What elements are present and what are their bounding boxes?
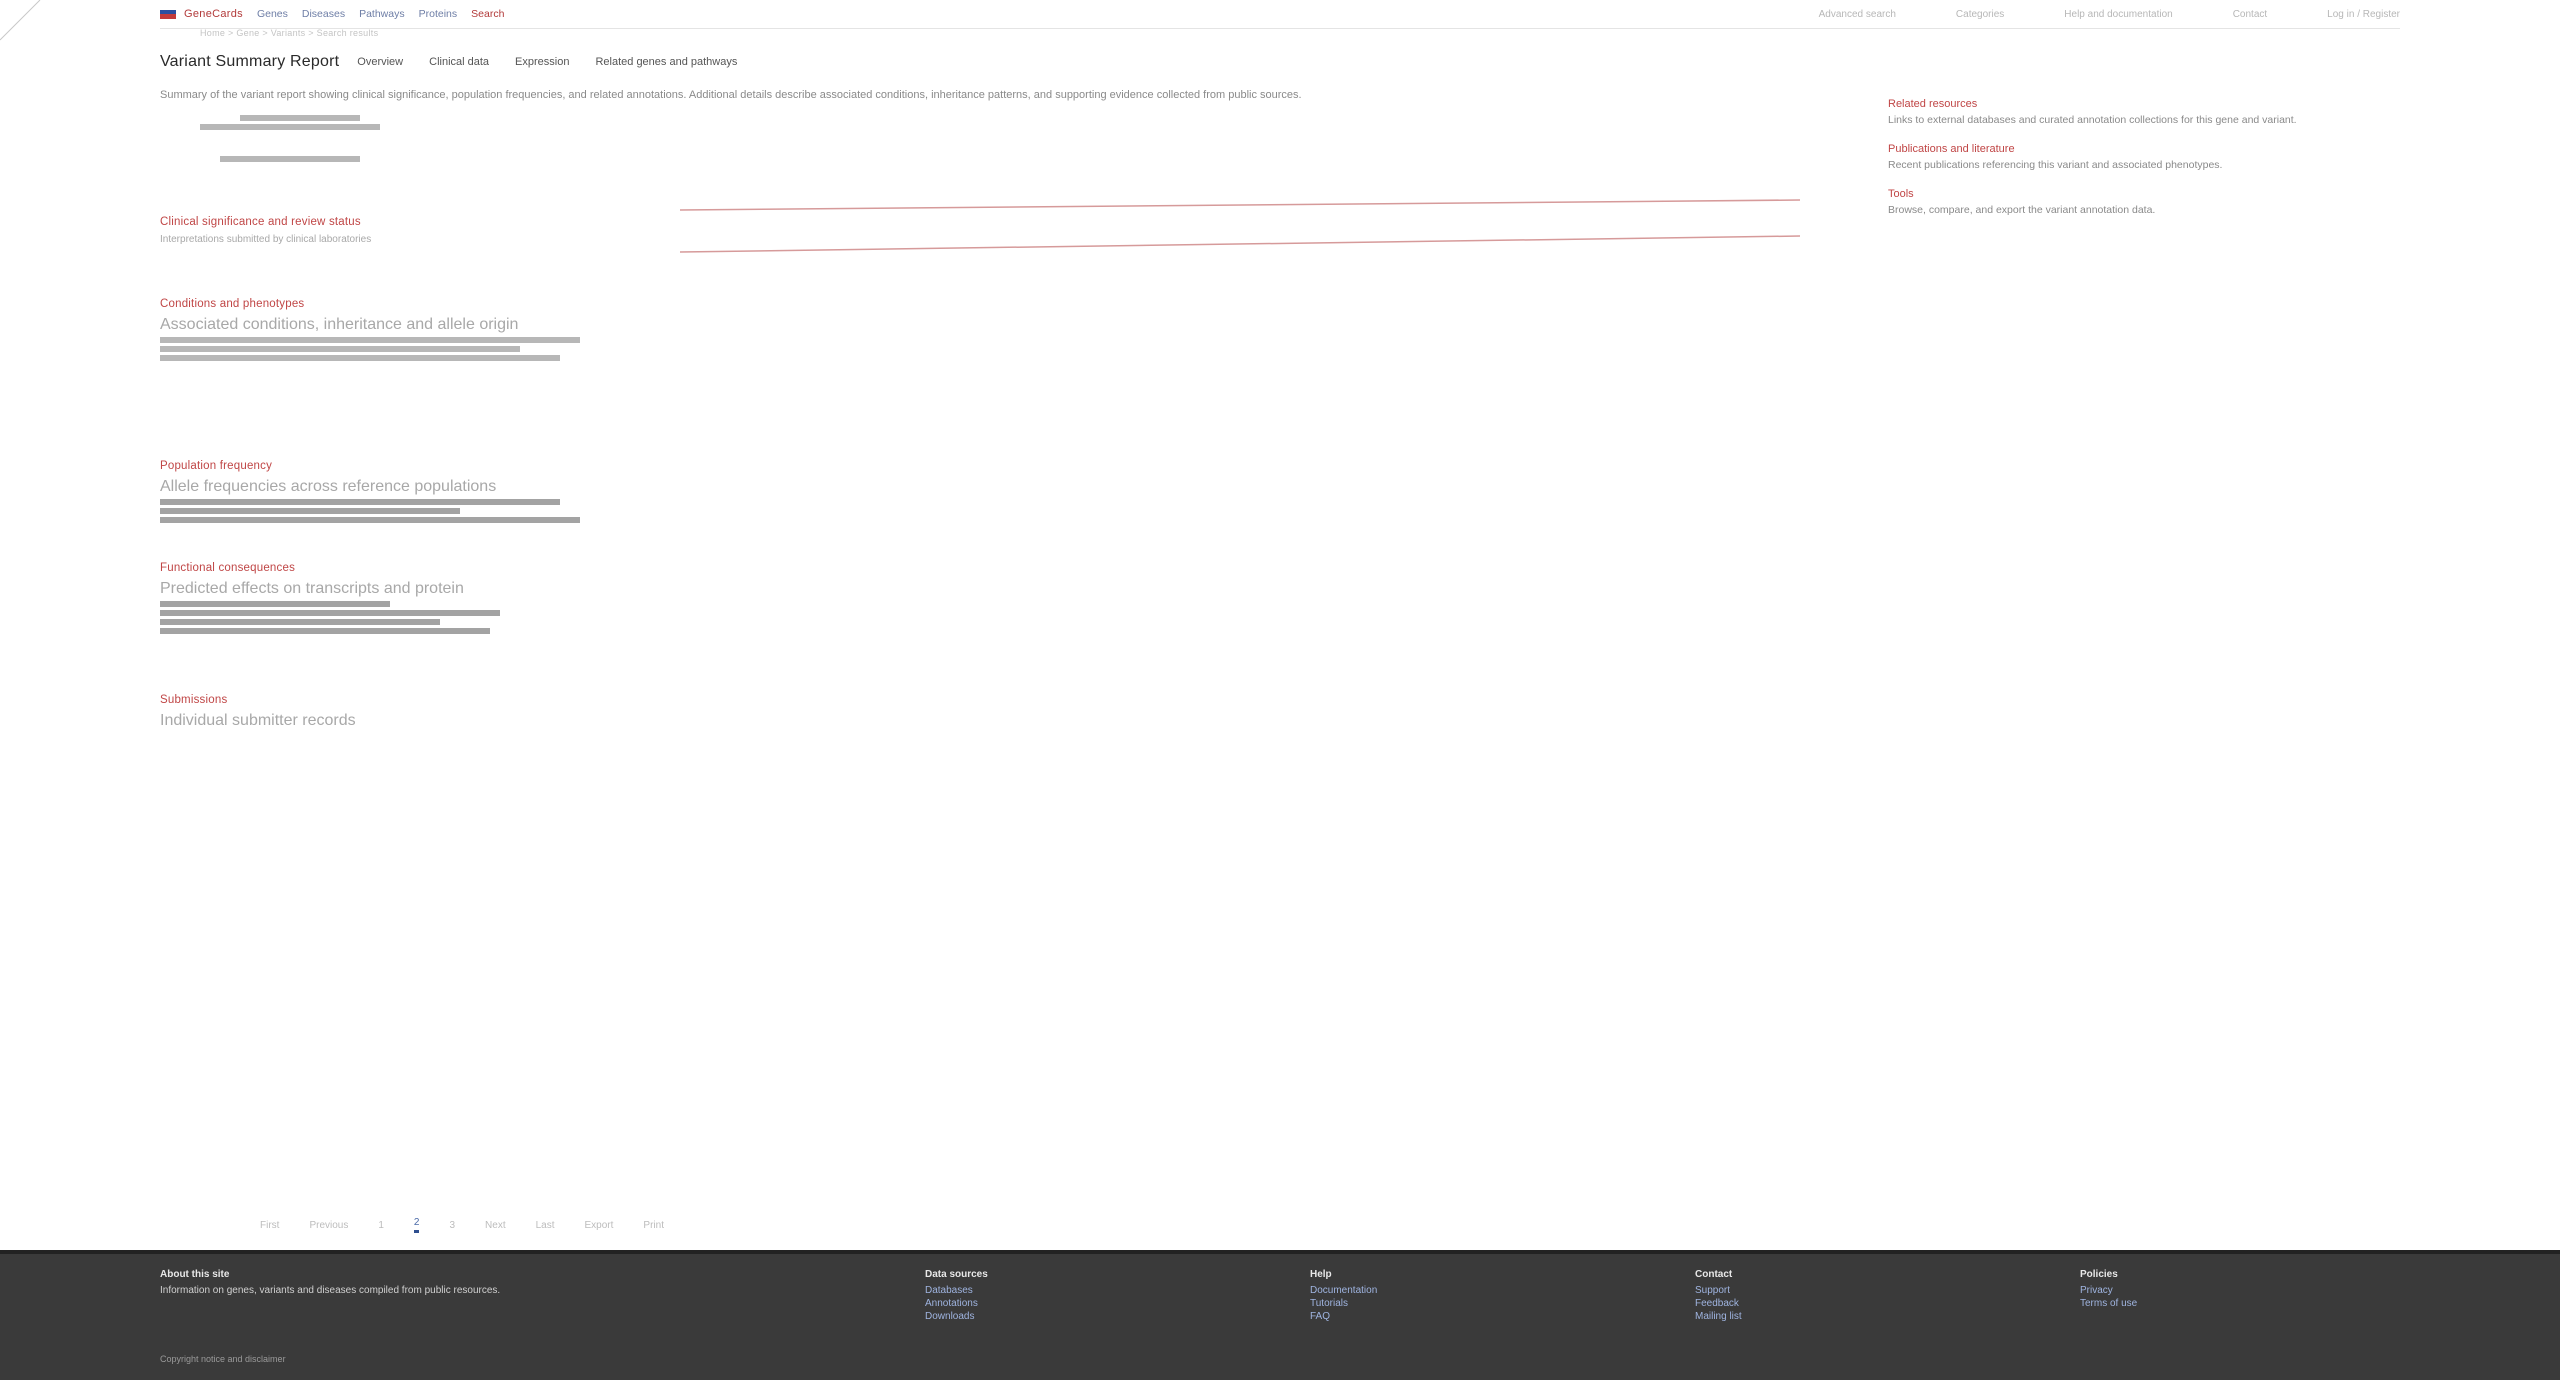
frequency-bar <box>160 499 560 505</box>
pager-page-1[interactable]: 1 <box>378 1220 384 1231</box>
nav-login[interactable]: Log in / Register <box>2327 9 2400 20</box>
consequence-bar <box>160 610 500 616</box>
tab-related[interactable]: Related genes and pathways <box>595 56 737 68</box>
footer-link[interactable]: Downloads <box>925 1310 988 1323</box>
brand-name: GeneCards <box>184 8 243 20</box>
pagination: First Previous 1 2 3 Next Last Export Pr… <box>260 1215 2300 1235</box>
report-tabs: Overview Clinical data Expression Relate… <box>357 56 737 68</box>
footer-col: Help Documentation Tutorials FAQ <box>1310 1268 1377 1323</box>
nav-help[interactable]: Help and documentation <box>2064 9 2172 20</box>
conditions-block: Associated conditions, inheritance and a… <box>160 316 1820 446</box>
sidebar-heading[interactable]: Related resources <box>1888 98 2400 110</box>
footer-col-heading: Data sources <box>925 1269 988 1280</box>
pager-page-2[interactable]: 2 <box>413 1217 420 1233</box>
consequence-bar <box>160 601 390 607</box>
section-heading[interactable]: Functional consequences <box>160 562 1820 574</box>
page-curl-decoration <box>0 0 41 41</box>
section-note: Associated conditions, inheritance and a… <box>160 316 519 333</box>
trend-line <box>679 199 1800 211</box>
summary-details <box>160 112 1820 202</box>
detail-bar <box>160 346 520 352</box>
footer-col-heading: Contact <box>1695 1269 1733 1280</box>
footer-about-title: About this site <box>160 1269 230 1280</box>
page-title: Variant Summary Report <box>160 53 340 70</box>
pager-next[interactable]: Next <box>485 1220 506 1231</box>
footer-about: About this site Information on genes, va… <box>160 1268 860 1297</box>
consequence-bar <box>160 628 490 634</box>
summary-text: Summary of the variant report showing cl… <box>160 89 1302 101</box>
nav-right-links: Advanced search Categories Help and docu… <box>1819 9 2400 20</box>
footer-link[interactable]: Databases <box>925 1284 988 1297</box>
pager-previous[interactable]: Previous <box>309 1220 348 1231</box>
frequency-bar <box>160 508 460 514</box>
section-note: Interpretations submitted by clinical la… <box>160 234 372 245</box>
consequence-block: Predicted effects on transcripts and pro… <box>160 580 1820 680</box>
trend-line <box>679 235 1800 253</box>
footer-link[interactable]: Mailing list <box>1695 1310 1742 1323</box>
footer: About this site Information on genes, va… <box>0 1250 2560 1380</box>
section-note: Predicted effects on transcripts and pro… <box>160 580 464 597</box>
tab-overview[interactable]: Overview <box>357 56 403 68</box>
footer-about-text: Information on genes, variants and disea… <box>160 1285 501 1296</box>
nav-link-proteins[interactable]: Proteins <box>419 8 458 20</box>
detail-bar <box>220 156 360 162</box>
footer-link[interactable]: FAQ <box>1310 1310 1377 1323</box>
sidebar-heading[interactable]: Tools <box>1888 188 2400 200</box>
population-block: Allele frequencies across reference popu… <box>160 478 1820 548</box>
frequency-bar <box>160 517 580 523</box>
section-heading[interactable]: Population frequency <box>160 460 1820 472</box>
pager-page-3[interactable]: 3 <box>449 1220 455 1231</box>
detail-bar <box>200 124 380 130</box>
nav-link-search[interactable]: Search <box>471 8 504 20</box>
pager-last[interactable]: Last <box>536 1220 555 1231</box>
logo-flag-icon <box>160 9 176 19</box>
sidebar-text: Browse, compare, and export the variant … <box>1888 204 2156 216</box>
top-navigation: GeneCards Genes Diseases Pathways Protei… <box>160 0 2400 29</box>
trend-lines <box>679 199 1800 253</box>
nav-contact[interactable]: Contact <box>2233 9 2267 20</box>
nav-advanced-search[interactable]: Advanced search <box>1819 9 1896 20</box>
section-note: Individual submitter records <box>160 712 356 729</box>
detail-bar <box>240 115 360 121</box>
footer-col-heading: Policies <box>2080 1269 2118 1280</box>
detail-bar <box>160 337 580 343</box>
footer-col: Data sources Databases Annotations Downl… <box>925 1268 988 1323</box>
pager-print[interactable]: Print <box>643 1220 664 1231</box>
sidebar-text: Recent publications referencing this var… <box>1888 159 2223 171</box>
nav-link-diseases[interactable]: Diseases <box>302 8 345 20</box>
detail-bar <box>160 355 560 361</box>
nav-categories[interactable]: Categories <box>1956 9 2004 20</box>
footer-link[interactable]: Annotations <box>925 1297 988 1310</box>
footer-link[interactable]: Feedback <box>1695 1297 1742 1310</box>
nav-link-pathways[interactable]: Pathways <box>359 8 405 20</box>
title-bar: Variant Summary Report Overview Clinical… <box>160 50 2280 74</box>
sidebar-heading[interactable]: Publications and literature <box>1888 143 2400 155</box>
footer-col: Policies Privacy Terms of use <box>2080 1268 2137 1310</box>
pager-first[interactable]: First <box>260 1220 279 1231</box>
tab-clinical-data[interactable]: Clinical data <box>429 56 489 68</box>
sidebar: Related resources Links to external data… <box>1888 92 2400 233</box>
section-heading[interactable]: Conditions and phenotypes <box>160 298 1820 310</box>
section-heading[interactable]: Submissions <box>160 694 1820 706</box>
breadcrumb: Home > Gene > Variants > Search results <box>200 28 379 38</box>
footer-link[interactable]: Privacy <box>2080 1284 2137 1297</box>
tab-expression[interactable]: Expression <box>515 56 569 68</box>
pager-export[interactable]: Export <box>585 1220 614 1231</box>
site-logo[interactable]: GeneCards <box>160 8 243 20</box>
footer-copyright: Copyright notice and disclaimer <box>160 1354 286 1364</box>
footer-link[interactable]: Terms of use <box>2080 1297 2137 1310</box>
footer-link[interactable]: Tutorials <box>1310 1297 1377 1310</box>
sidebar-text: Links to external databases and curated … <box>1888 114 2297 126</box>
submissions-block: Individual submitter records <box>160 712 1820 1042</box>
footer-link[interactable]: Support <box>1695 1284 1742 1297</box>
footer-col-heading: Help <box>1310 1269 1332 1280</box>
footer-col: Contact Support Feedback Mailing list <box>1695 1268 1742 1323</box>
footer-link[interactable]: Documentation <box>1310 1284 1377 1297</box>
consequence-bar <box>160 619 440 625</box>
section-note: Allele frequencies across reference popu… <box>160 478 497 495</box>
nav-link-genes[interactable]: Genes <box>257 8 288 20</box>
